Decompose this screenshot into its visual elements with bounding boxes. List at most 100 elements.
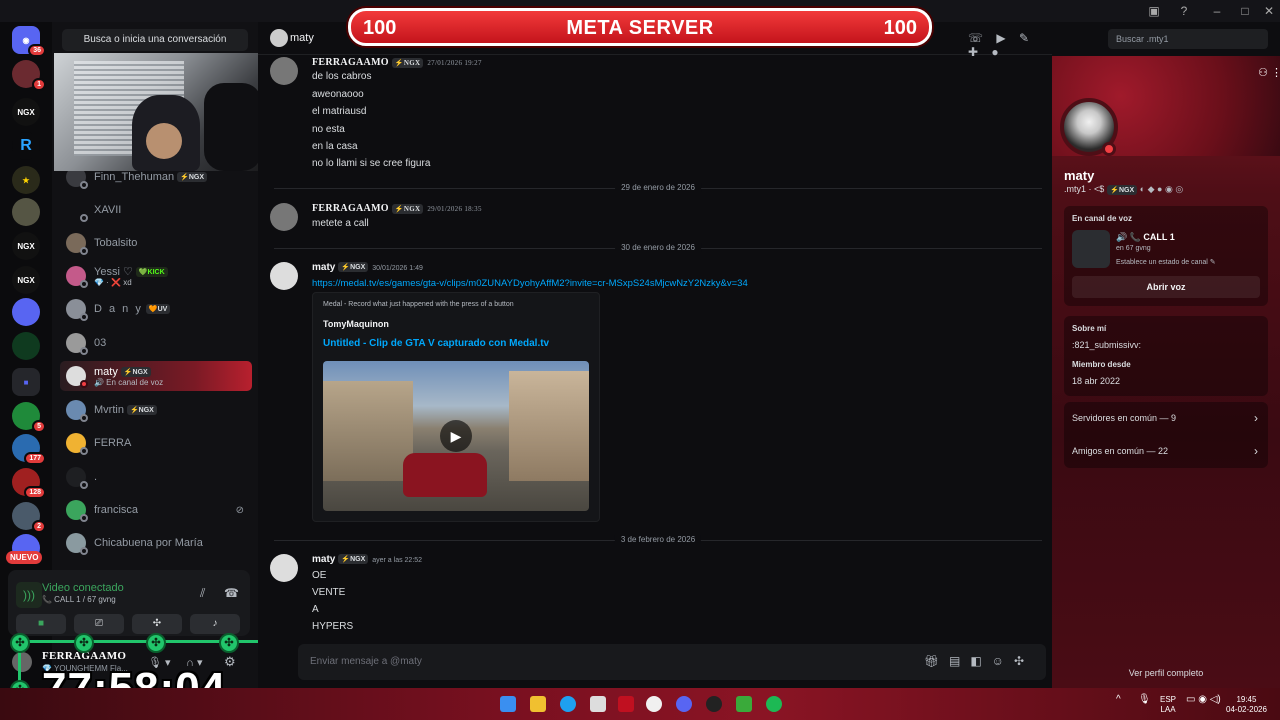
message-author[interactable]: FERRAGAAMO ⚡NGX 27/01/2026 19:27 (312, 57, 482, 68)
server-green[interactable] (12, 332, 40, 360)
message-author[interactable]: FERRAGAAMO ⚡NGX 29/01/2026 18:35 (312, 203, 482, 214)
open-voice-button[interactable]: Abrir voz (1072, 276, 1260, 298)
server-avatar[interactable] (12, 198, 40, 226)
emoji-icon[interactable]: ☺ (992, 654, 1014, 668)
inbox-icon[interactable]: ▣ (1147, 4, 1161, 18)
server-ngx-3[interactable]: NGX (12, 266, 40, 294)
server-15[interactable]: 128 (12, 468, 46, 499)
server-ngx-2[interactable]: NGX (12, 232, 40, 260)
mic-tray-icon[interactable]: 🎙︎ (1138, 695, 1151, 705)
server-ngx-1[interactable]: NGX (12, 98, 40, 126)
dm-item[interactable]: FERRA (60, 428, 252, 458)
dm-item[interactable]: 03 (60, 328, 252, 358)
dm-item[interactable]: francisca ⊘ (60, 495, 252, 525)
unread-badge: 1 (32, 78, 46, 91)
message-author[interactable]: maty ⚡NGX ayer a las 22:52 (312, 554, 422, 565)
play-icon[interactable]: ▶ (440, 420, 472, 452)
server-13[interactable]: 5 (12, 402, 46, 433)
voice-call-icon[interactable]: ☏ (968, 31, 983, 45)
gif-icon[interactable]: ▤ (949, 654, 970, 668)
server-r[interactable]: R (12, 132, 40, 160)
dm-avatar-1[interactable]: 1 (12, 60, 46, 91)
disconnect-icon[interactable]: ☎ (224, 586, 239, 600)
voice-status: Video conectado (42, 582, 124, 594)
message-link[interactable]: https://medal.tv/es/games/gta-v/clips/m0… (312, 278, 748, 289)
view-full-profile[interactable]: Ver perfil completo (1052, 668, 1280, 678)
apps-icon[interactable]: ✣ (1014, 654, 1034, 668)
spotify-icon[interactable] (766, 696, 782, 712)
pin-icon[interactable]: ✎ (1019, 31, 1029, 45)
mutual-servers-row[interactable]: Servidores en común — 9 › (1064, 402, 1268, 434)
message-text: aweonaooo (312, 89, 364, 100)
server-yellow[interactable]: ★ (12, 166, 40, 194)
search-input[interactable]: Buscar .mty1 (1108, 29, 1268, 49)
dm-item[interactable]: XAVII (60, 195, 252, 225)
channel-name[interactable]: maty (290, 32, 314, 44)
language-indicator[interactable]: ESP LAA (1160, 695, 1176, 715)
voice-card-label: En canal de voz (1072, 214, 1133, 223)
avatar[interactable] (270, 554, 298, 582)
dm-item[interactable]: Tobalsito (60, 228, 252, 258)
start-icon[interactable] (500, 696, 516, 712)
add-friend-icon[interactable]: ⚇ (1258, 66, 1268, 79)
server-blue[interactable] (12, 298, 40, 326)
app-icon[interactable] (618, 696, 634, 712)
avatar[interactable] (270, 262, 298, 290)
camera-button[interactable]: ■ (16, 614, 66, 634)
call-status[interactable]: Establece un estado de canal ✎ (1116, 258, 1216, 266)
avatar[interactable] (270, 203, 298, 231)
folder-icon[interactable]: ■ (12, 368, 40, 396)
avatar[interactable] (270, 57, 298, 85)
user-tag: ⚡NGX (338, 554, 369, 565)
embed-author[interactable]: TomyMaquinon (323, 319, 389, 329)
more-icon[interactable]: ⋮ (1271, 66, 1280, 79)
soundboard-button[interactable]: ♪ (190, 614, 240, 634)
thumb-car (403, 453, 487, 497)
dm-item-maty[interactable]: maty ⚡NGX 🔊 En canal de voz (60, 361, 252, 391)
user-profile-icon[interactable]: ● (991, 45, 998, 59)
dm-item[interactable]: D a n y 🧡UV (60, 294, 252, 324)
signal-icon[interactable]: ))) (16, 582, 42, 608)
avatar (66, 233, 88, 255)
server-14[interactable]: 177 (12, 434, 46, 465)
user-tag: ⚡NGX (391, 203, 424, 214)
hidden-eye-icon[interactable]: ⊘ (236, 505, 244, 516)
sticker-icon[interactable]: ◧ (970, 654, 991, 668)
discord-icon[interactable] (676, 696, 692, 712)
chrome-icon[interactable] (646, 696, 662, 712)
video-call-icon[interactable]: ▶ (996, 31, 1005, 45)
dm-search-button[interactable]: Busca o inicia una conversación (62, 29, 248, 51)
noise-suppression-icon[interactable]: ⫽ (200, 586, 205, 601)
embed-title[interactable]: Untitled - Clip de GTA V capturado con M… (323, 338, 549, 349)
dm-item[interactable]: . (60, 462, 252, 492)
gift-icon[interactable]: 🎁︎ (924, 654, 949, 668)
activities-button[interactable]: ✣ (132, 614, 182, 634)
server-icon[interactable] (1072, 230, 1110, 268)
screenshare-button[interactable]: ⎚ (74, 614, 124, 634)
tray-chevron-icon[interactable]: ^ (1116, 695, 1121, 705)
message-text: el matriausd (312, 106, 367, 117)
voice-card: En canal de voz 🔊 📞 CALL 1 en 67 gvng Es… (1064, 206, 1268, 306)
store-icon[interactable] (590, 696, 606, 712)
video-thumbnail[interactable]: ▶ (323, 361, 589, 511)
dm-item[interactable]: Chicabuena por María (60, 528, 252, 558)
voice-channel[interactable]: 📞 CALL 1 / 67 gvng (42, 595, 116, 604)
close-icon[interactable]: ✕ (1262, 4, 1276, 18)
help-icon[interactable]: ? (1177, 4, 1191, 18)
xbox-icon[interactable] (706, 696, 722, 712)
file-explorer-icon[interactable] (530, 696, 546, 712)
dm-item[interactable]: Mvrtin ⚡NGX (60, 395, 252, 425)
clock[interactable]: 19:45 04-02-2026 (1226, 695, 1267, 715)
maximize-icon[interactable]: □ (1238, 4, 1252, 18)
mutual-friends-row[interactable]: Amigos en común — 22 › (1064, 435, 1268, 467)
server-16[interactable]: 2 (12, 502, 46, 533)
minimize-icon[interactable]: – (1210, 4, 1224, 18)
message-author[interactable]: maty ⚡NGX 30/01/2026 1:49 (312, 262, 423, 273)
network-volume-icons[interactable]: ▭ ◉ ◁) (1186, 695, 1221, 705)
dm-item[interactable]: Yessi ♡ 💚KICK 💎 · ❌ xd (60, 261, 252, 291)
add-friend-icon[interactable]: ✚ (968, 45, 978, 59)
edge-icon[interactable] (560, 696, 576, 712)
home-button[interactable]: ◉ 36 (12, 26, 46, 57)
message-composer[interactable]: Enviar mensaje a @maty 🎁︎▤◧☺✣ (298, 644, 1046, 680)
minecraft-icon[interactable] (736, 696, 752, 712)
